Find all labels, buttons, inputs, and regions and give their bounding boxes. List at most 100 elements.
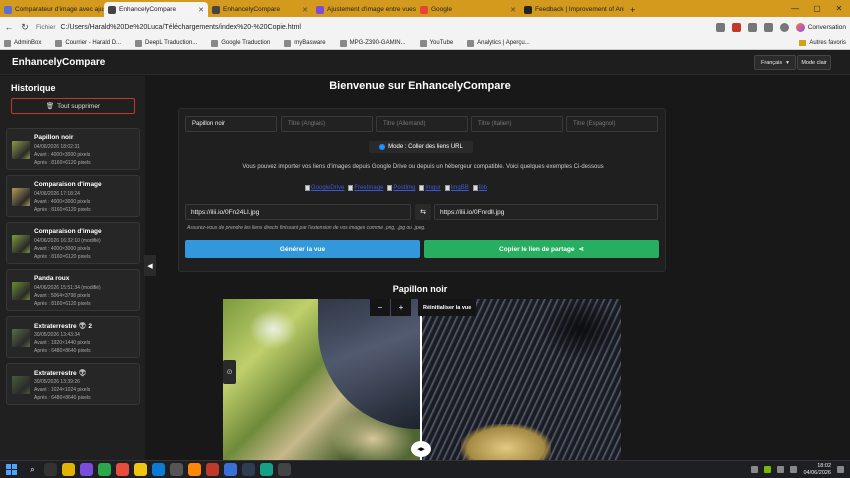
example-link[interactable]: GoogleDrive — [305, 185, 344, 191]
volume-icon[interactable] — [790, 466, 798, 473]
app-icon[interactable] — [206, 463, 219, 476]
favorite-link[interactable]: AdminBox — [4, 39, 41, 47]
close-tab-icon[interactable]: ✕ — [510, 6, 516, 14]
title-input-english[interactable]: Titre (Anglais) — [281, 116, 373, 132]
history-item[interactable]: Extraterrestre 👽 30/05/2026 13:39:26 Ava… — [6, 363, 140, 405]
slider-handle[interactable]: ◂▸ — [411, 441, 431, 457]
browser-tab[interactable]: Comparateur d'image avec ajuste...✕ — [0, 2, 104, 17]
example-link-label: FreeImage — [354, 185, 384, 191]
conversation-button[interactable]: Conversation — [795, 22, 846, 32]
comparison-viewer[interactable]: ◂▸ − + Réinitialiser la vue — [223, 299, 621, 460]
app-icon[interactable] — [116, 463, 129, 476]
app-icon[interactable] — [260, 463, 273, 476]
start-icon[interactable] — [6, 464, 20, 475]
web-page: EnhancelyCompare Français ▾ Mode clair Hi… — [0, 51, 850, 460]
browser-tab[interactable]: EnhancelyCompare ✕ — [208, 2, 312, 17]
history-item[interactable]: Extraterrestre 👽 2 30/05/2026 13:43:34 A… — [6, 316, 140, 358]
app-icon[interactable] — [80, 463, 93, 476]
broken-image-icon — [348, 185, 354, 191]
refresh-icon[interactable]: ↻ — [20, 22, 30, 33]
extension-icon[interactable] — [715, 22, 725, 32]
form-card: Papillon noir Titre (Anglais) Titre (All… — [178, 108, 666, 272]
maximize-icon[interactable]: ▢ — [806, 0, 828, 17]
history-item-after: Après : 8160×6120 pixels — [34, 207, 91, 213]
favorite-link[interactable]: YouTube — [419, 39, 453, 47]
example-link[interactable]: FreeImage — [348, 185, 383, 191]
history-item[interactable]: Comparaison d'image 04/06/2026 16:32:10 … — [6, 222, 140, 264]
copy-share-link-button[interactable]: Copier le lien de partage ⋖ — [424, 240, 659, 258]
notification-icon[interactable] — [837, 466, 844, 473]
favorite-label: DeepL Traduction... — [145, 40, 198, 46]
history-item-date: 04/06/2026 15:51:34 (modifié) — [34, 285, 101, 291]
close-tab-icon[interactable]: ✕ — [302, 6, 308, 14]
favorite-link[interactable]: myBasware — [284, 39, 326, 47]
history-item[interactable]: Comparaison d'image 04/06/2026 17:18:24 … — [6, 175, 140, 217]
favorite-link[interactable]: MPG-Z390-GAMIN... — [339, 39, 406, 47]
network-icon[interactable] — [777, 466, 785, 473]
nvidia-icon[interactable] — [764, 466, 772, 473]
tab-favicon-icon — [524, 5, 532, 14]
file-explorer-icon[interactable] — [62, 463, 75, 476]
app-icon[interactable] — [98, 463, 111, 476]
browser-tab[interactable]: Google ✕ — [416, 2, 520, 17]
chrome-icon[interactable] — [134, 463, 147, 476]
viewer-settings-button[interactable]: ⊙ — [223, 360, 236, 384]
url-before-input[interactable]: https://ilii.io/0Fn24LI.jpg — [185, 204, 411, 220]
example-link[interactable]: PostImg — [387, 185, 415, 191]
tab-title: EnhancelyCompare — [119, 6, 177, 13]
browser-tab[interactable]: Feedback | Improvement of Anim...✕ — [520, 2, 624, 17]
history-item[interactable]: Papillon noir 04/06/2026 18:02:31 Avant … — [6, 128, 140, 170]
extension-icon[interactable] — [731, 22, 741, 32]
title-input-main[interactable]: Papillon noir — [185, 116, 277, 132]
browser-tab[interactable]: EnhancelyCompare ✕ — [104, 2, 208, 17]
close-icon[interactable]: ✕ — [828, 0, 850, 17]
profile-icon[interactable] — [779, 22, 789, 32]
title-input-italian[interactable]: Titre (Italien) — [471, 116, 563, 132]
favorite-link[interactable]: DeepL Traduction... — [135, 39, 198, 47]
brand-logo[interactable]: EnhancelyCompare — [12, 57, 105, 68]
search-icon[interactable]: ⌕ — [26, 463, 39, 476]
title-input-spanish[interactable]: Titre (Espagnol) — [566, 116, 658, 132]
other-favorites[interactable]: Autres favoris — [799, 40, 846, 46]
theme-toggle-button[interactable]: Mode clair — [797, 55, 831, 70]
language-select[interactable]: Français ▾ — [754, 55, 796, 70]
url-after-input[interactable]: https://ilii.io/0Fnrdll.jpg — [434, 204, 658, 220]
browser-tab[interactable]: Ajustement d'image entre vues et...✕ — [312, 2, 416, 17]
collapse-sidebar-button[interactable]: ◀ — [144, 255, 156, 276]
favorite-link[interactable]: Google Traduction — [211, 39, 270, 47]
favorites-icon[interactable] — [763, 22, 773, 32]
example-link[interactable]: ImgBB — [444, 185, 469, 191]
history-item[interactable]: Panda roux 04/06/2026 15:51:34 (modifié)… — [6, 269, 140, 311]
vlc-icon[interactable] — [188, 463, 201, 476]
title-input-german[interactable]: Titre (Allemand) — [376, 116, 468, 132]
zoom-in-button[interactable]: + — [391, 299, 411, 316]
example-link[interactable]: Imgur — [419, 185, 441, 191]
app-icon[interactable] — [242, 463, 255, 476]
folder-icon — [799, 40, 807, 46]
app-icon[interactable] — [224, 463, 237, 476]
zoom-out-button[interactable]: − — [370, 299, 390, 316]
tab-title: Ajustement d'image entre vues et... — [327, 6, 416, 13]
app-icon[interactable] — [170, 463, 183, 476]
task-view-icon[interactable] — [44, 463, 57, 476]
example-link[interactable]: Ibb — [472, 185, 487, 191]
extension-icon[interactable] — [747, 22, 757, 32]
favorite-link[interactable]: Courrier - Harald D... — [55, 39, 121, 47]
edge-icon[interactable] — [152, 463, 165, 476]
minimize-icon[interactable]: — — [784, 0, 806, 17]
back-icon[interactable]: ← — [4, 22, 14, 32]
mode-dot-icon — [379, 144, 386, 150]
app-icon[interactable] — [278, 463, 291, 476]
chevron-up-icon[interactable] — [751, 466, 759, 473]
url-field[interactable]: Fichier C:/Users/Harald%20De%20Luca/Télé… — [36, 24, 301, 31]
slider-divider[interactable] — [420, 299, 422, 460]
generate-view-button[interactable]: Générer la vue — [185, 240, 420, 258]
clock[interactable]: 18:02 04/06/2026 — [803, 463, 831, 477]
close-tab-icon[interactable]: ✕ — [198, 6, 204, 14]
favorite-link[interactable]: Analytics | Aperçu... — [467, 39, 530, 47]
mode-toggle[interactable]: Mode : Coller des liens URL — [369, 141, 473, 153]
new-tab-button[interactable]: + — [624, 2, 641, 17]
delete-all-button[interactable]: 🗑 Tout supprimer — [11, 98, 135, 114]
reset-view-button[interactable]: Réinitialiser la vue — [418, 299, 477, 316]
swap-urls-button[interactable]: ⇆ — [415, 204, 431, 220]
